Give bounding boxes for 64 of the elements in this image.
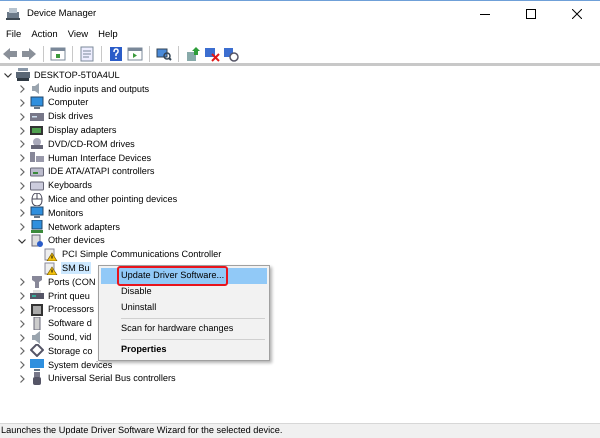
usb-icon	[30, 372, 44, 385]
tree-item[interactable]: Ports (CON	[47, 276, 96, 288]
warning-device-icon	[44, 262, 58, 275]
update-driver-icon[interactable]	[185, 46, 201, 62]
tree-item[interactable]: Audio inputs and outputs	[47, 82, 150, 95]
menu-item[interactable]: Action	[26, 28, 63, 43]
keyboard-icon	[30, 178, 44, 192]
window-title: Device Manager	[27, 6, 96, 21]
device-icon	[30, 151, 44, 164]
tree-item[interactable]: Network adapters	[47, 220, 122, 233]
processor-icon	[30, 302, 44, 316]
menu-item[interactable]: Properties	[101, 342, 267, 358]
tree-item[interactable]: Disk drives	[47, 110, 94, 122]
tree-item[interactable]: System devices	[47, 358, 114, 371]
menu-item[interactable]: Scan for hardware changes	[101, 321, 267, 337]
tree-item[interactable]: Storage co	[47, 344, 94, 357]
disc-drive-icon	[30, 137, 44, 150]
tree-item[interactable]: Monitors	[47, 206, 84, 219]
app-icon	[5, 7, 21, 21]
tree-item[interactable]: Sound, vid	[47, 331, 92, 344]
menu-item[interactable]: Update Driver Software...	[101, 268, 267, 284]
close-icon[interactable]	[572, 9, 582, 19]
tree-item[interactable]: Display adapters	[47, 124, 118, 136]
mouse-icon	[30, 192, 44, 206]
scan-monitor-icon[interactable]	[156, 46, 172, 62]
monitor-icon	[30, 206, 44, 220]
maximize-icon[interactable]	[526, 9, 536, 19]
tree-item[interactable]: IDE ATA/ATAPI controllers	[47, 165, 156, 178]
run-window-icon[interactable]	[127, 46, 143, 62]
tree-item[interactable]: Human Interface Devices	[47, 152, 152, 164]
controller-icon	[30, 164, 44, 178]
tree-item[interactable]: SM Bu	[61, 262, 91, 274]
tree-item[interactable]: Processors	[47, 303, 95, 316]
tree-item[interactable]: Mice and other pointing devices	[47, 193, 178, 206]
network-icon	[30, 220, 44, 234]
menu-item[interactable]: File	[1, 28, 26, 43]
tree-item[interactable]: Universal Serial Bus controllers	[47, 372, 177, 384]
computer-icon	[16, 68, 30, 82]
port-icon	[30, 275, 44, 288]
tree-item[interactable]: PCI Simple Communications Controller	[61, 248, 222, 260]
menu-item[interactable]: Uninstall	[101, 300, 267, 316]
menu-item[interactable]: View	[62, 28, 94, 43]
storage-icon	[30, 344, 44, 358]
tree-item[interactable]: DESKTOP-5T0A4UL	[33, 68, 121, 81]
monitor-icon	[30, 96, 44, 109]
menu-item[interactable]: Help	[93, 28, 123, 43]
monitor-icon	[30, 358, 44, 372]
tree-item[interactable]: Computer	[47, 96, 90, 108]
display-adapter-icon	[30, 124, 44, 137]
status-text: Launches the Update Driver Software Wizard for the selected device.	[1, 424, 282, 438]
back-arrow-icon[interactable]	[2, 46, 18, 62]
tree-item[interactable]: Print queu	[47, 290, 91, 302]
forward-arrow-icon[interactable]	[21, 46, 37, 62]
help-icon[interactable]	[108, 46, 124, 62]
tree-item[interactable]: Keyboards	[47, 179, 93, 192]
tree-item[interactable]: DVD/CD-ROM drives	[47, 138, 136, 150]
unknown-device-icon	[30, 234, 44, 247]
menu-item[interactable]: Disable	[101, 284, 267, 300]
tree-item[interactable]: Other devices	[47, 234, 106, 246]
remove-device-icon[interactable]	[204, 46, 220, 62]
tree-item[interactable]: Software d	[47, 317, 93, 330]
warning-device-icon	[44, 248, 58, 261]
properties-icon[interactable]	[79, 46, 95, 62]
window-icon[interactable]	[50, 46, 66, 62]
